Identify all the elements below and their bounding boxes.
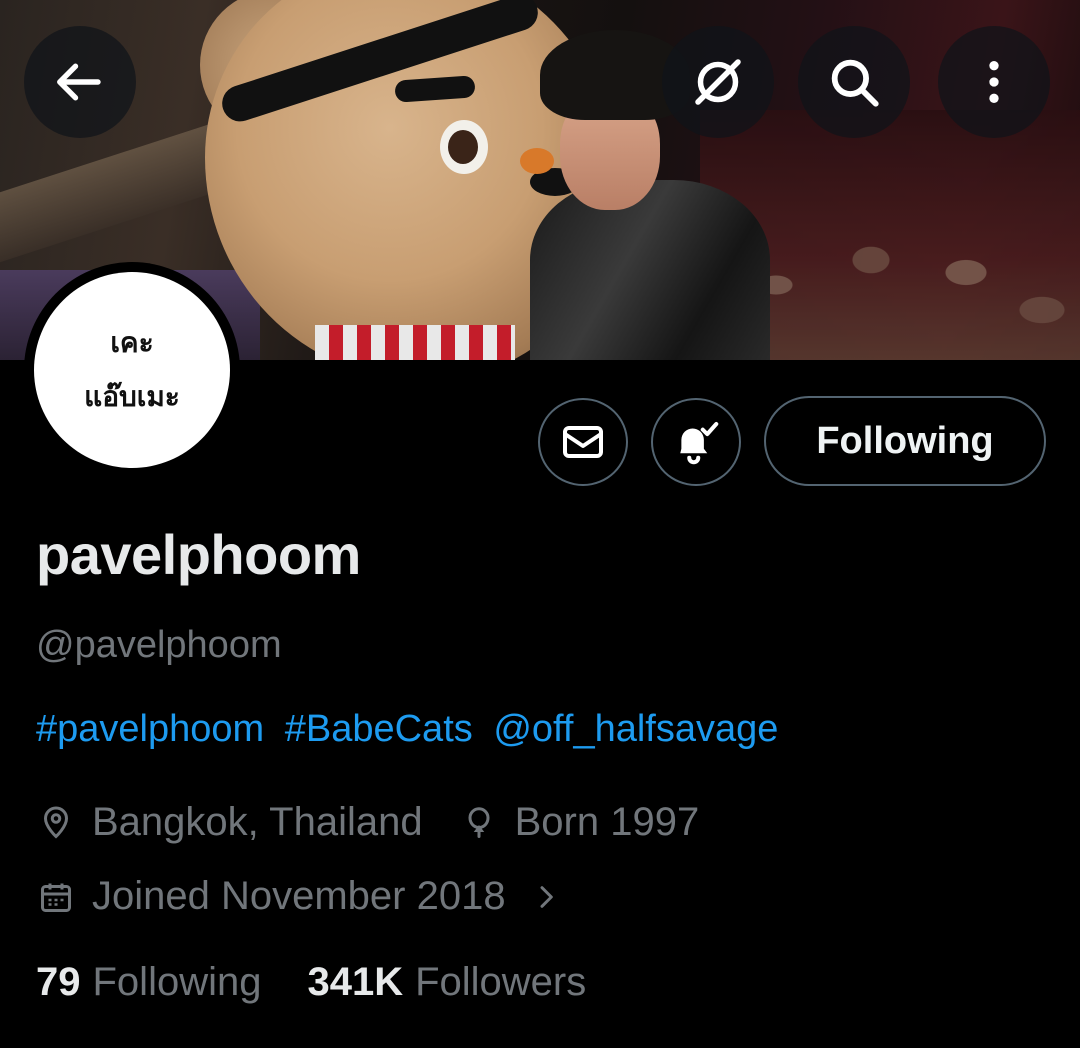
- chevron-right-icon: [526, 877, 566, 917]
- avatar-image: เคะ แอ๊บเมะ: [34, 272, 230, 468]
- followers-count-link[interactable]: 341K Followers: [307, 960, 586, 1005]
- bio-mention[interactable]: @off_halfsavage: [493, 708, 778, 750]
- joined-date-text: Joined November 2018: [92, 874, 506, 918]
- user-handle: @pavelphoom: [36, 624, 282, 666]
- bio-hashtag-babecats[interactable]: #BabeCats: [285, 708, 473, 750]
- message-button[interactable]: [538, 398, 628, 486]
- following-label: Following: [92, 960, 262, 1004]
- banner-person-jacket: [530, 180, 770, 360]
- search-icon: [831, 59, 879, 107]
- more-vertical-icon: [989, 61, 999, 103]
- following-count-link[interactable]: 79 Following: [36, 960, 261, 1005]
- bell-check-icon: [680, 421, 719, 465]
- grok-button[interactable]: [662, 26, 774, 138]
- followers-label: Followers: [415, 960, 587, 1004]
- notifications-button[interactable]: [651, 398, 741, 486]
- location-text: Bangkok, Thailand: [92, 800, 423, 844]
- calendar-icon: [36, 877, 76, 917]
- search-button[interactable]: [798, 26, 910, 138]
- follow-stats: 79 Following 341K Followers: [36, 960, 632, 1005]
- banner-striped-shirt: [315, 325, 515, 360]
- birth-year-text: Born 1997: [514, 800, 700, 844]
- mail-icon: [563, 426, 603, 458]
- back-button[interactable]: [24, 26, 136, 138]
- more-button[interactable]: [938, 26, 1050, 138]
- location-pin-icon: [36, 803, 76, 843]
- display-name: pavelphoom: [36, 523, 361, 586]
- slashed-circle-icon: [695, 59, 741, 105]
- avatar-text-line1: เคะ: [110, 326, 154, 359]
- bio-hashtag-pavelphoom[interactable]: #pavelphoom: [36, 708, 264, 750]
- following-count: 79: [36, 960, 81, 1004]
- balloon-icon: [459, 803, 499, 843]
- arrow-left-icon: [57, 63, 101, 101]
- banner-bear-eye: [440, 120, 488, 174]
- following-button[interactable]: Following: [764, 396, 1046, 486]
- avatar[interactable]: เคะ แอ๊บเมะ: [24, 262, 240, 478]
- followers-count: 341K: [307, 960, 404, 1004]
- bio: #pavelphoom #BabeCats @off_halfsavage: [36, 708, 788, 751]
- profile-meta-row: Bangkok, Thailand Born 1997: [36, 800, 699, 845]
- avatar-text-line2: แอ๊บเมะ: [84, 380, 180, 413]
- joined-row[interactable]: Joined November 2018: [36, 874, 582, 919]
